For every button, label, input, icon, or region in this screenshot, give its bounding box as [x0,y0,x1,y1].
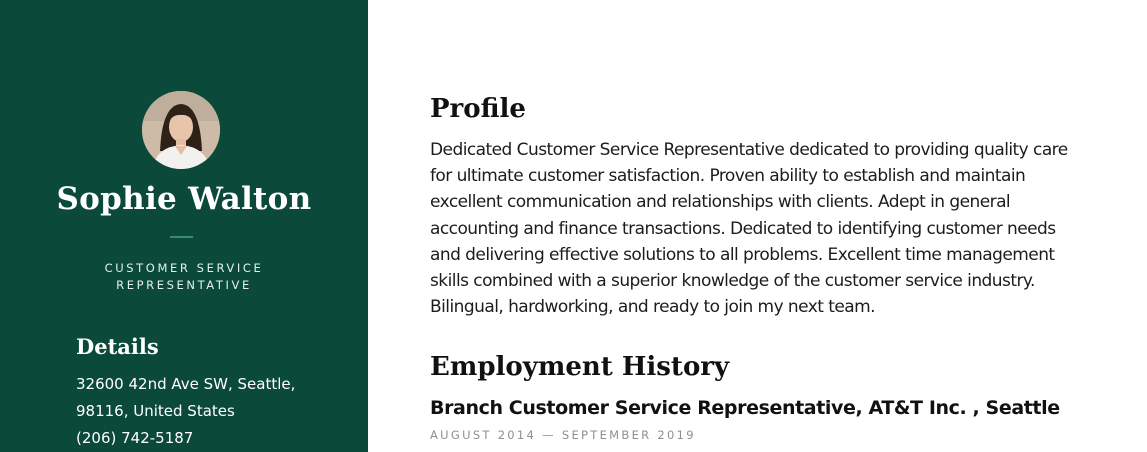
employment-heading: Employment History [430,352,730,382]
name-divider [170,236,193,238]
details-list: 32600 42nd Ave SW, Seattle, 98116, Unite… [76,371,356,452]
avatar [142,91,220,169]
phone-number: (206) 742-5187 [76,429,194,447]
employment-entry-dates: AUGUST 2014 — SEPTEMBER 2019 [430,428,696,442]
profile-photo [142,91,220,169]
main-content: Profile Dedicated Customer Service Repre… [368,0,1147,452]
profile-heading: Profile [430,94,526,124]
profile-summary: Dedicated Customer Service Representativ… [430,140,1068,318]
candidate-name: Sophie Walton [56,181,312,217]
address-line-1: 32600 42nd Ave SW, Seattle, [76,375,296,393]
details-heading: Details [76,334,159,359]
employment-entry-title: Branch Customer Service Representative, … [430,397,1060,419]
address-line-2: 98116, United States [76,402,235,420]
job-title: CUSTOMER SERVICE REPRESENTATIVE [104,261,264,292]
sidebar: Sophie Walton CUSTOMER SERVICE REPRESENT… [0,0,368,452]
